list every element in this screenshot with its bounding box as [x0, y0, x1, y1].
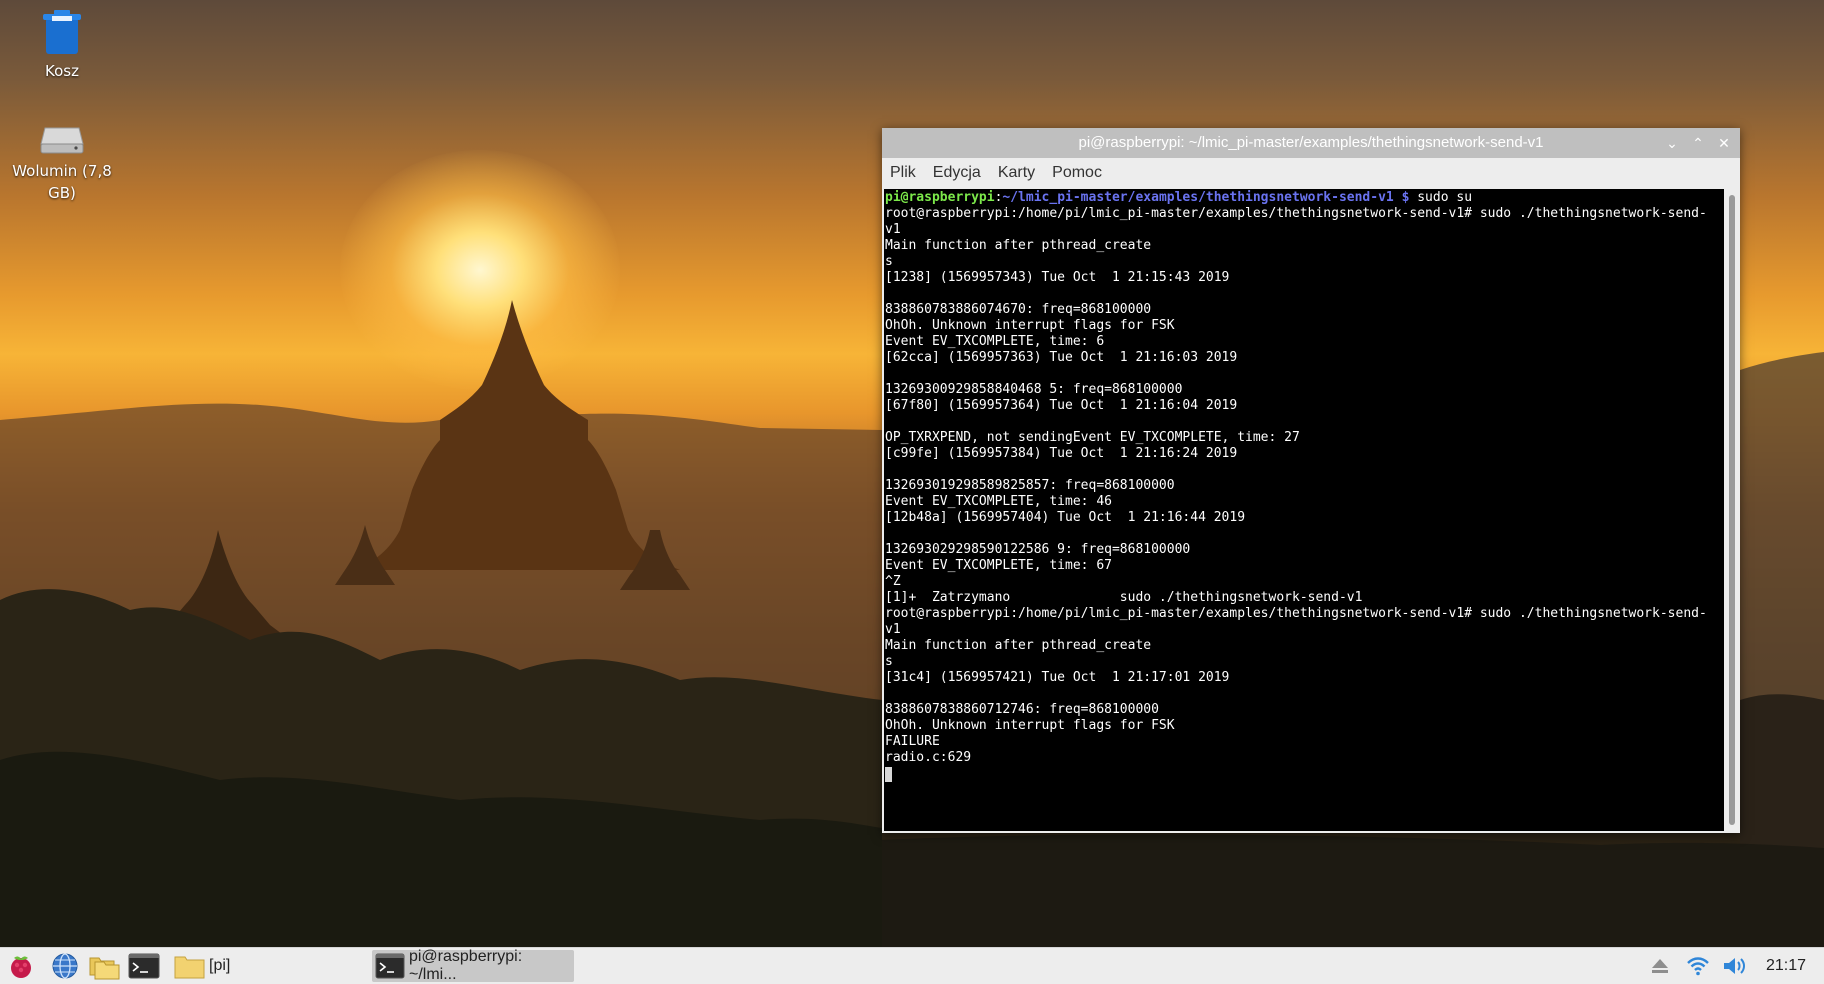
wifi-icon	[1687, 957, 1709, 976]
minimize-icon[interactable]: ⌄	[1664, 135, 1680, 151]
trash-icon	[43, 10, 81, 54]
terminal-output-line: root@raspberrypi:/home/pi/lmic_pi-master…	[885, 206, 1707, 221]
terminal-output-line: OP_TXRXPEND, not sendingEvent EV_TXCOMPL…	[885, 430, 1300, 445]
terminal-output-line: radio.c:629	[885, 750, 972, 765]
close-icon[interactable]: ✕	[1716, 135, 1732, 151]
terminal-output-line: v1	[885, 222, 901, 237]
terminal-output-line: [1238] (1569957343) Tue Oct 1 21:15:43 2…	[885, 270, 1230, 285]
menu-karty[interactable]: Karty	[998, 164, 1035, 182]
terminal-scrollbar[interactable]	[1726, 189, 1738, 831]
prompt-line: pi@raspberrypi:~/lmic_pi-master/examples…	[885, 190, 1472, 205]
terminal-output-line: 838860783886074670: freq=868100000	[885, 302, 1152, 317]
output-lines: root@raspberrypi:/home/pi/lmic_pi-master…	[885, 206, 1724, 766]
folder-pi-button[interactable]: [pi]	[174, 948, 230, 984]
terminal-output-line: [67f80] (1569957364) Tue Oct 1 21:16:04 …	[885, 398, 1238, 413]
terminal-launcher-button[interactable]	[128, 948, 160, 984]
prompt-user: pi@raspberrypi	[885, 190, 995, 205]
globe-icon	[52, 953, 78, 979]
terminal-output-line: ^Z	[885, 574, 901, 589]
desktop-icon-volume[interactable]: Wolumin (7,8 GB)	[2, 122, 122, 204]
folder-icon	[174, 956, 205, 979]
desktop-icon-trash-label: Kosz	[45, 62, 79, 80]
terminal-icon	[128, 953, 160, 979]
terminal-titlebar[interactable]: pi@raspberrypi: ~/lmic_pi-master/example…	[882, 128, 1740, 158]
maximize-icon[interactable]: ⌃	[1690, 135, 1706, 151]
taskbar: [pi] pi@raspberrypi: ~/lmi... 21:17	[0, 947, 1824, 984]
terminal-output-line: Event EV_TXCOMPLETE, time: 67	[885, 558, 1112, 573]
terminal-output-line: Main function after pthread_create	[885, 638, 1152, 653]
terminal-output-line: s	[885, 254, 893, 269]
raspberry-pi-icon	[11, 956, 31, 978]
volume-icon	[1724, 958, 1745, 974]
terminal-output-line: [62cca] (1569957363) Tue Oct 1 21:16:03 …	[885, 350, 1238, 365]
menu-plik[interactable]: Plik	[890, 164, 916, 182]
volume-button[interactable]	[1722, 948, 1748, 984]
clock[interactable]: 21:17	[1766, 948, 1806, 984]
terminal-output-line: OhOh. Unknown interrupt flags for FSK	[885, 718, 1175, 733]
terminal-output-line: [c99fe] (1569957384) Tue Oct 1 21:16:24 …	[885, 446, 1238, 461]
web-browser-button[interactable]	[50, 948, 80, 984]
window-controls: ⌄ ⌃ ✕	[1664, 128, 1732, 158]
terminal-output-line: Event EV_TXCOMPLETE, time: 6	[885, 334, 1105, 349]
drive-icon	[40, 127, 84, 154]
desktop-icon-volume-label: Wolumin (7,8 GB)	[12, 162, 112, 202]
clock-time: 21:17	[1766, 957, 1807, 974]
folder-pi-label: [pi]	[209, 957, 231, 974]
prompt-path: ~/lmic_pi-master/examples/thethingsnetwo…	[1002, 190, 1410, 205]
raspberry-menu-button[interactable]	[6, 948, 36, 984]
terminal-output-line: [31c4] (1569957421) Tue Oct 1 21:17:01 2…	[885, 670, 1230, 685]
terminal-output-line: Main function after pthread_create	[885, 238, 1152, 253]
eject-button[interactable]	[1650, 948, 1670, 984]
terminal-output-line: 13269300929858840468 5: freq=868100000	[885, 382, 1183, 397]
menu-edycja[interactable]: Edycja	[933, 164, 981, 182]
terminal-output-line: [1]+ Zatrzymano sudo ./thethingsnetwork-…	[885, 590, 1363, 605]
eject-icon	[1652, 959, 1668, 973]
terminal-output-line: [12b48a] (1569957404) Tue Oct 1 21:16:44…	[885, 510, 1246, 525]
terminal-output-line: v1	[885, 622, 901, 637]
terminal-window[interactable]: pi@raspberrypi: ~/lmic_pi-master/example…	[882, 128, 1740, 833]
file-manager-button[interactable]	[88, 948, 122, 984]
terminal-output-line: FAILURE	[885, 734, 940, 749]
terminal-menubar: Plik Edycja Karty Pomoc	[882, 158, 1740, 188]
scrollbar-thumb[interactable]	[1729, 195, 1735, 825]
folders-icon	[89, 957, 120, 980]
terminal-lines: pi@raspberrypi:~/lmic_pi-master/examples…	[884, 189, 1724, 782]
window-title: pi@raspberrypi: ~/lmic_pi-master/example…	[1078, 134, 1544, 151]
terminal-output-line: s	[885, 654, 893, 669]
text-cursor	[885, 767, 892, 782]
terminal-output-line: Event EV_TXCOMPLETE, time: 46	[885, 494, 1112, 509]
terminal-task-icon	[375, 953, 405, 979]
terminal-output[interactable]: pi@raspberrypi:~/lmic_pi-master/examples…	[884, 189, 1724, 831]
terminal-output-line: 132693019298589825857: freq=868100000	[885, 478, 1175, 493]
desktop-icon-trash[interactable]: Kosz	[2, 8, 122, 82]
terminal-task-label: pi@raspberrypi: ~/lmi...	[408, 948, 523, 983]
terminal-output-line: OhOh. Unknown interrupt flags for FSK	[885, 318, 1175, 333]
wifi-button[interactable]	[1686, 948, 1710, 984]
terminal-output-line: root@raspberrypi:/home/pi/lmic_pi-master…	[885, 606, 1707, 621]
terminal-output-line: 132693029298590122586 9: freq=868100000	[885, 542, 1191, 557]
terminal-output-line: 8388607838860712746: freq=868100000	[885, 702, 1159, 717]
menu-pomoc[interactable]: Pomoc	[1052, 164, 1102, 182]
prompt-command: sudo su	[1409, 190, 1473, 205]
terminal-task-button[interactable]: pi@raspberrypi: ~/lmi...	[372, 948, 574, 983]
